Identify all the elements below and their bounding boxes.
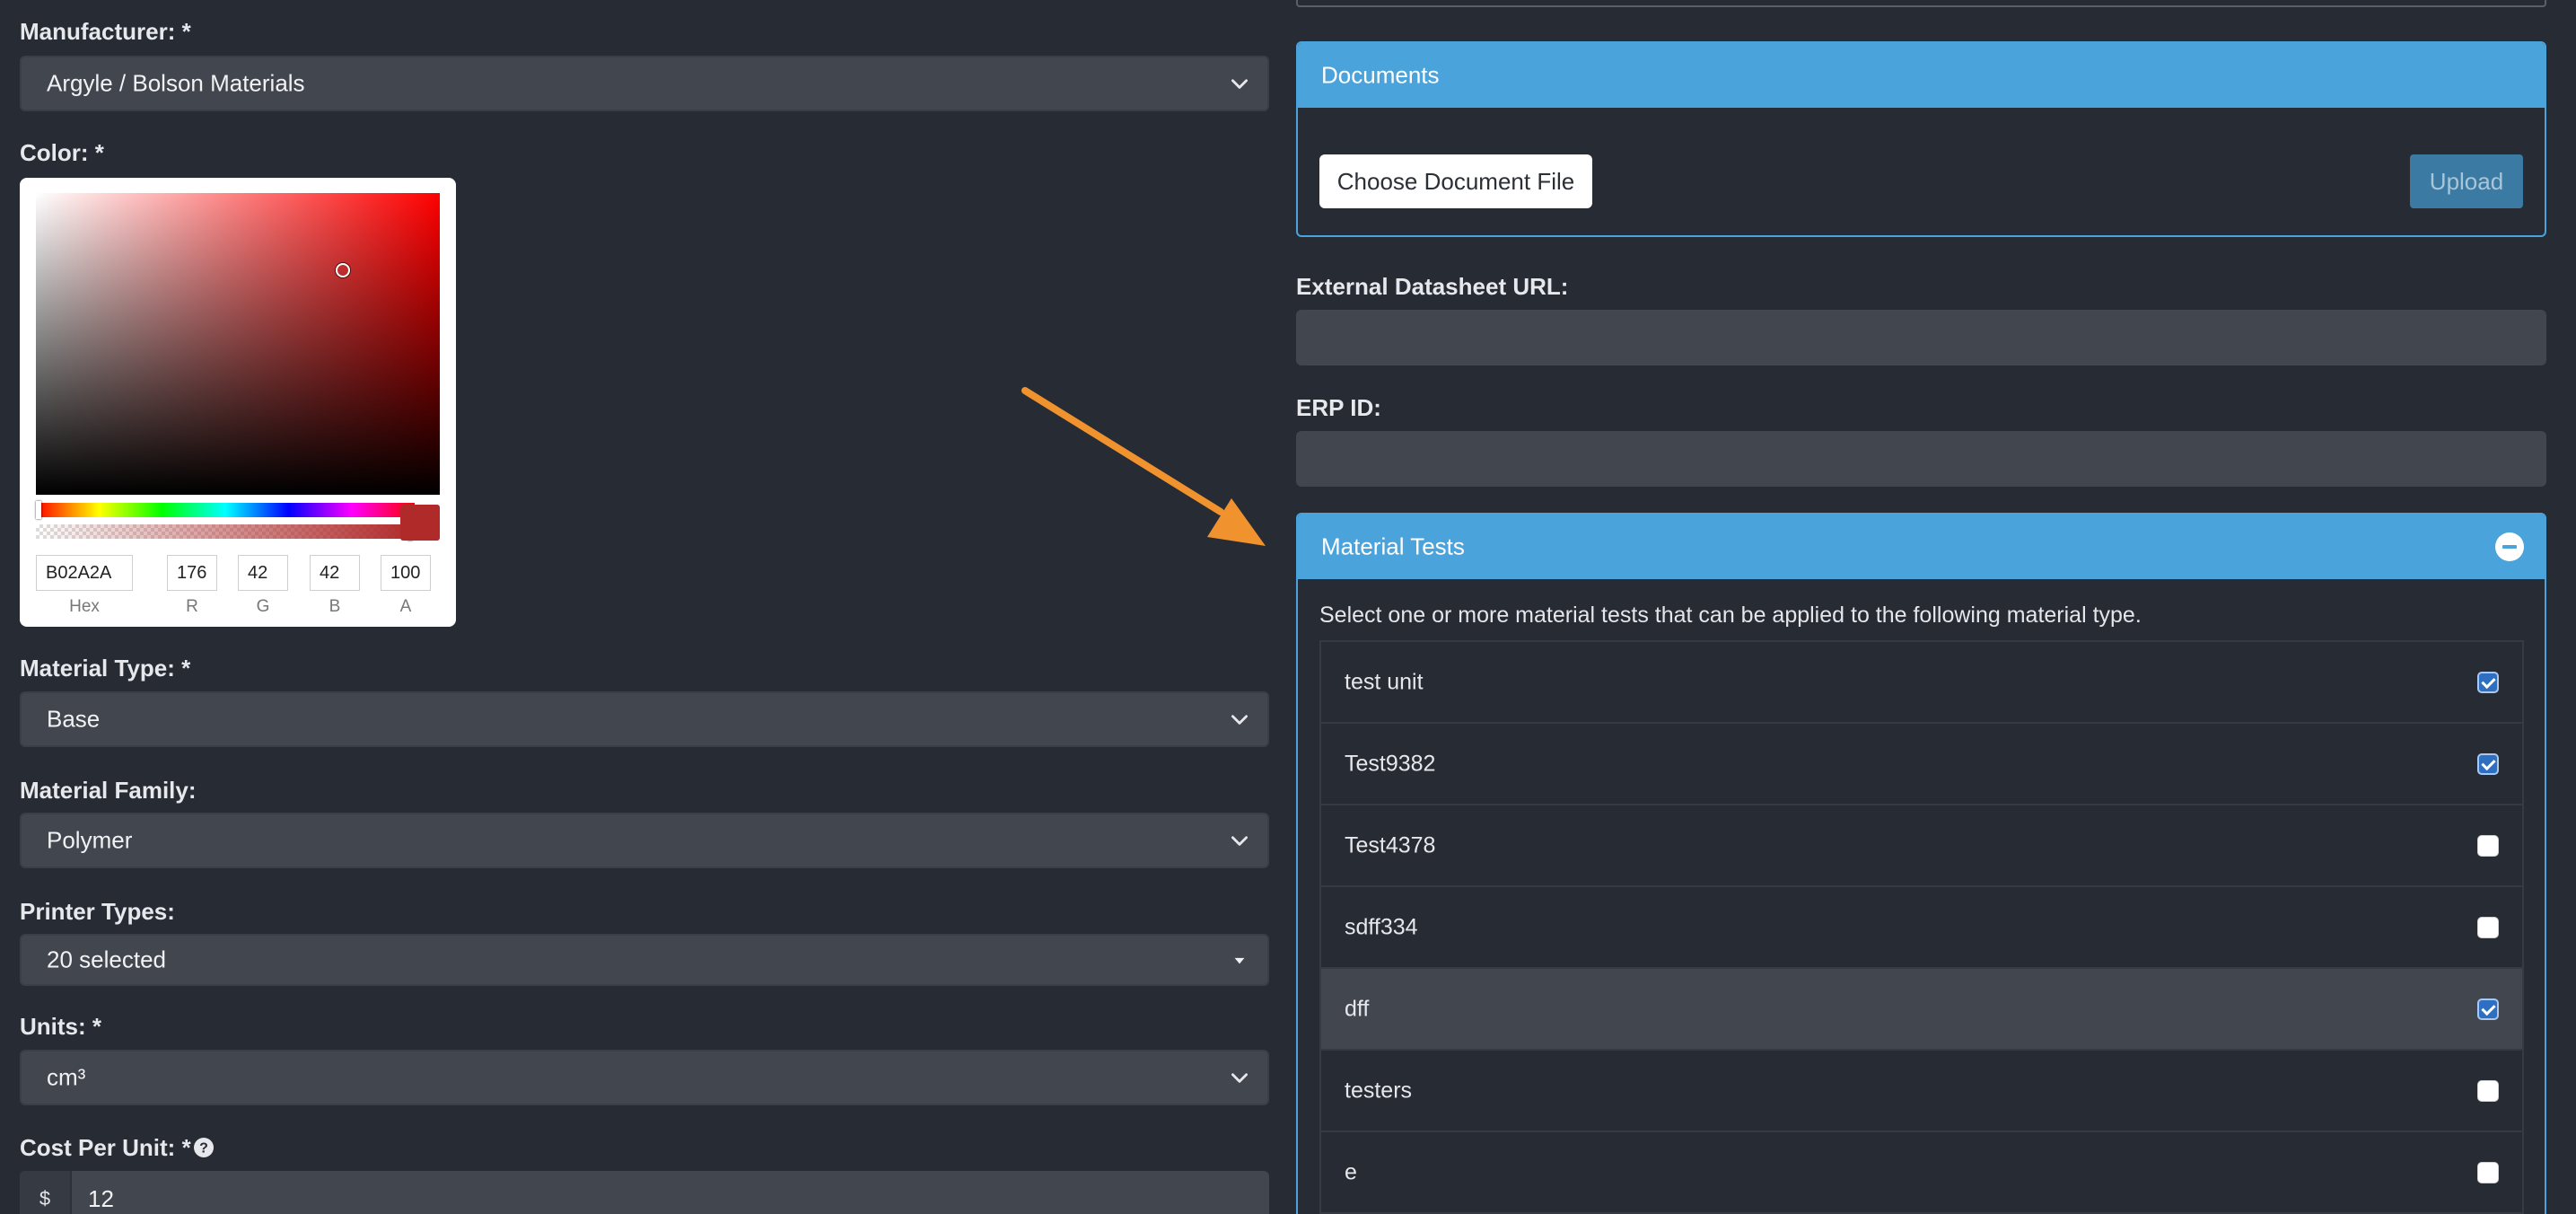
alpha-slider[interactable]: [36, 524, 415, 539]
units-label: Units: *: [20, 1013, 101, 1040]
material-test-row[interactable]: e: [1321, 1132, 2522, 1214]
material-test-row[interactable]: Test4378: [1321, 805, 2522, 887]
red-input[interactable]: 176: [167, 555, 217, 591]
material-tests-panel-header: Material Tests: [1298, 515, 2545, 579]
currency-prefix: $: [20, 1171, 72, 1214]
material-test-row[interactable]: testers: [1321, 1051, 2522, 1132]
question-circle-icon[interactable]: ?: [193, 1137, 215, 1158]
color-picker: B02A2A 176 42 42 100 Hex R G B A: [20, 178, 456, 627]
units-value: cm³: [47, 1063, 86, 1091]
previous-field-box[interactable]: [1296, 0, 2546, 7]
material-test-row[interactable]: test unit: [1321, 642, 2522, 724]
material-tests-description: Select one or more material tests that c…: [1319, 603, 2142, 628]
material-test-checkbox[interactable]: [2477, 998, 2499, 1020]
manufacturer-select[interactable]: Argyle / Bolson Materials: [20, 56, 1269, 111]
units-select[interactable]: cm³: [20, 1050, 1269, 1105]
material-type-label: Material Type: *: [20, 655, 191, 682]
material-family-select[interactable]: Polymer: [20, 813, 1269, 868]
choose-document-file-button[interactable]: Choose Document File: [1319, 154, 1592, 208]
chevron-down-icon: [1231, 79, 1248, 89]
printer-types-multiselect[interactable]: 20 selected: [20, 934, 1269, 986]
erp-id-label: ERP ID:: [1296, 394, 1381, 421]
external-datasheet-label: External Datasheet URL:: [1296, 273, 1569, 300]
cost-per-unit-input[interactable]: 12: [88, 1171, 114, 1214]
chevron-down-icon: [1231, 1073, 1248, 1083]
material-test-checkbox[interactable]: [2477, 671, 2499, 693]
material-tests-list: test unit Test9382 Test4378 sdff334 dff teste…: [1319, 640, 2524, 1214]
manufacturer-label: Manufacturer: *: [20, 18, 191, 45]
svg-text:?: ?: [199, 1141, 208, 1157]
hex-label: Hex: [69, 597, 100, 616]
material-test-checkbox[interactable]: [2477, 834, 2499, 857]
blue-label: B: [329, 597, 341, 616]
material-type-select[interactable]: Base: [20, 691, 1269, 747]
documents-panel: Documents Choose Document File Upload: [1296, 41, 2546, 237]
material-test-name: Test9382: [1345, 751, 1436, 776]
color-swatch: [400, 505, 440, 541]
upload-button[interactable]: Upload: [2410, 154, 2523, 208]
alpha-label: A: [399, 597, 412, 616]
material-family-value: Polymer: [47, 826, 133, 854]
manufacturer-value: Argyle / Bolson Materials: [47, 69, 305, 97]
material-test-name: e: [1345, 1159, 1357, 1184]
cost-per-unit-input-group: $ 12: [20, 1171, 1269, 1214]
hex-input[interactable]: B02A2A: [36, 555, 133, 591]
annotation-arrow-icon: [1021, 387, 1266, 546]
chevron-down-icon: [1231, 836, 1248, 846]
material-test-checkbox[interactable]: [2477, 916, 2499, 938]
material-tests-panel: Material Tests Select one or more materi…: [1296, 513, 2546, 1214]
saturation-handle[interactable]: [336, 263, 350, 277]
printer-types-label: Printer Types:: [20, 898, 175, 925]
material-test-name: testers: [1345, 1078, 1413, 1103]
material-family-label: Material Family:: [20, 777, 197, 804]
external-datasheet-input[interactable]: [1296, 310, 2546, 365]
material-test-checkbox[interactable]: [2477, 752, 2499, 775]
hue-slider[interactable]: [36, 503, 415, 517]
documents-panel-header: Documents: [1298, 43, 2545, 108]
printer-types-value: 20 selected: [47, 946, 166, 973]
material-test-checkbox[interactable]: [2477, 1079, 2499, 1102]
hue-handle[interactable]: [36, 501, 41, 519]
red-label: R: [186, 597, 198, 616]
alpha-input[interactable]: 100: [381, 555, 431, 591]
material-test-name: test unit: [1345, 669, 1424, 694]
green-label: G: [256, 597, 270, 616]
blue-input[interactable]: 42: [310, 555, 360, 591]
color-label: Color: *: [20, 139, 104, 166]
caret-down-icon: [1234, 957, 1245, 964]
collapse-minus-icon[interactable]: [2494, 532, 2525, 562]
chevron-down-icon: [1231, 715, 1248, 725]
material-test-checkbox[interactable]: [2477, 1161, 2499, 1183]
material-test-row[interactable]: dff: [1321, 969, 2522, 1051]
material-tests-title: Material Tests: [1321, 532, 1465, 560]
cost-per-unit-label: Cost Per Unit: *: [20, 1134, 191, 1161]
material-test-row[interactable]: sdff334: [1321, 887, 2522, 969]
green-input[interactable]: 42: [238, 555, 288, 591]
material-edit-page: Manufacturer: * Argyle / Bolson Material…: [0, 0, 2576, 1214]
material-test-name: dff: [1345, 996, 1370, 1021]
erp-id-input[interactable]: [1296, 431, 2546, 487]
material-test-name: Test4378: [1345, 832, 1436, 858]
material-type-value: Base: [47, 705, 101, 733]
material-test-row[interactable]: Test9382: [1321, 724, 2522, 805]
documents-title: Documents: [1321, 61, 1440, 89]
saturation-area[interactable]: [36, 193, 440, 495]
material-test-name: sdff334: [1345, 914, 1418, 939]
